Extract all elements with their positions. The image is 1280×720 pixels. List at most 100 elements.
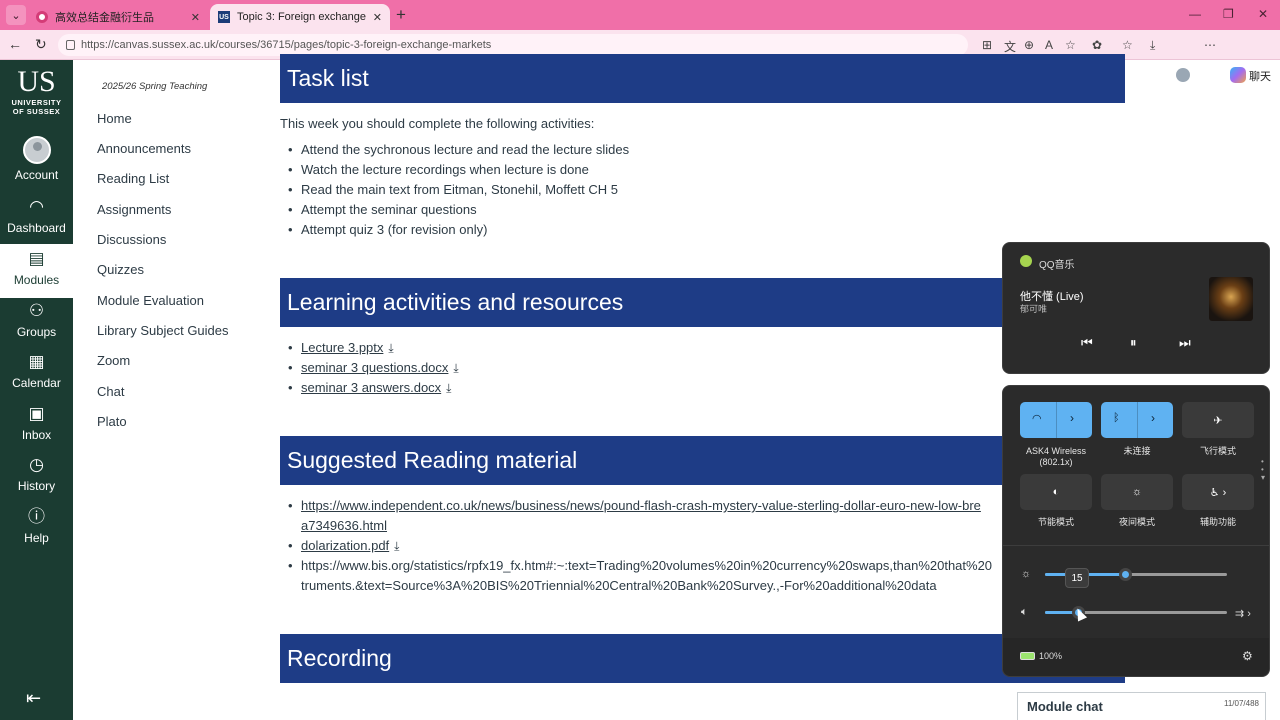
seminar-3-questions-link[interactable]: seminar 3 questions.docx <box>301 360 448 375</box>
sussex-favicon-icon: US <box>218 11 230 23</box>
audio-output-select-icon[interactable]: ⇉ › <box>1235 607 1251 620</box>
next-track-icon[interactable]: ⏭ <box>1179 335 1191 351</box>
more-menu-icon[interactable]: ⋯ <box>1204 38 1216 52</box>
url-input[interactable]: https://canvas.sussex.ac.uk/courses/3671… <box>58 34 968 56</box>
course-nav-home[interactable]: Home <box>97 111 132 126</box>
global-nav-dashboard[interactable]: ◠ Dashboard <box>0 196 73 246</box>
favorite-star-icon[interactable]: ☆ <box>1065 38 1076 52</box>
resource-file-list: Lecture 3.pptx ⤓ seminar 3 questions.docx… <box>288 338 459 398</box>
download-arrow-icon[interactable]: ⤓ <box>453 358 458 378</box>
wifi-icon: ◠ <box>1032 413 1042 425</box>
independent-article-link-cont[interactable]: a7349636.html <box>301 516 1021 536</box>
independent-article-link[interactable]: https://www.independent.co.uk/news/busin… <box>301 496 1021 516</box>
window-close-icon[interactable]: ✕ <box>1258 7 1268 21</box>
download-arrow-icon[interactable]: ⤓ <box>394 536 399 556</box>
download-arrow-icon[interactable]: ⤓ <box>388 338 393 358</box>
brightness-icon: ☼ <box>1021 568 1032 580</box>
pause-icon[interactable]: ⏸ <box>1130 335 1137 351</box>
media-app-name: QQ音乐 <box>1039 260 1075 271</box>
zoom-icon[interactable]: ⊕ <box>1024 38 1034 52</box>
tab-close-icon[interactable]: ✕ <box>191 11 200 24</box>
extensions-icon[interactable]: ✿ <box>1092 38 1102 52</box>
url-text: https://canvas.sussex.ac.uk/courses/3671… <box>81 39 492 51</box>
collapse-nav-icon[interactable]: ⇤ <box>26 688 41 709</box>
global-nav-label: Account <box>14 168 59 182</box>
lecture-3-pptx-link[interactable]: Lecture 3.pptx <box>301 340 383 355</box>
global-nav-label: History <box>17 479 56 493</box>
browser-tab-2[interactable]: US Topic 3: Foreign exchange markets ✕ <box>210 4 390 30</box>
task-list-intro: This week you should complete the follow… <box>280 116 595 131</box>
seminar-3-answers-link[interactable]: seminar 3 answers.docx <box>301 380 441 395</box>
dashboard-gauge-icon: ◠ <box>29 197 44 216</box>
airplane-mode-toggle[interactable]: ✈ <box>1182 402 1254 438</box>
minimize-icon[interactable]: — <box>1189 7 1201 21</box>
download-icon[interactable]: ⤓ <box>1150 38 1155 53</box>
global-nav-calendar[interactable]: ▦ Calendar <box>0 351 73 401</box>
recording-heading: Recording <box>280 634 1125 683</box>
new-tab-plus-icon[interactable]: + <box>396 5 406 25</box>
copilot-icon[interactable] <box>1230 67 1246 83</box>
course-nav-plato[interactable]: Plato <box>97 414 127 429</box>
brightness-slider-thumb[interactable] <box>1119 568 1133 581</box>
course-nav-announcements[interactable]: Announcements <box>97 141 191 156</box>
tab-actions-menu-button[interactable]: ⌄ <box>6 5 26 25</box>
bis-statistics-url[interactable]: https://www.bis.org/statistics/rpfx19_fx… <box>301 556 1021 576</box>
course-nav-quizzes[interactable]: Quizzes <box>97 262 144 277</box>
global-nav-help[interactable]: ⓘ Help <box>0 506 73 556</box>
download-arrow-icon[interactable]: ⤓ <box>446 378 451 398</box>
global-nav-groups[interactable]: ⚇ Groups <box>0 300 73 350</box>
calendar-icon: ▦ <box>28 352 45 371</box>
browser-tab-1[interactable]: 高效总结金融衍生品 ✕ <box>28 4 208 30</box>
wifi-toggle[interactable]: ◠ › <box>1020 402 1092 438</box>
app-grid-icon[interactable]: ⊞ <box>982 38 992 52</box>
course-nav-module-evaluation[interactable]: Module Evaluation <box>97 293 204 308</box>
translate-icon[interactable]: 文 <box>1004 38 1016 55</box>
chevron-right-icon[interactable]: › <box>1070 411 1074 425</box>
bis-statistics-url-cont[interactable]: truments.&text=Source%3A%20BIS%20Trienni… <box>301 576 1021 596</box>
tab-title: 高效总结金融衍生品 <box>55 12 154 24</box>
dolarization-pdf-link[interactable]: dolarization.pdf <box>301 538 389 553</box>
refresh-icon[interactable]: ↻ <box>35 36 47 53</box>
accessibility-toggle[interactable]: ♿ › <box>1182 474 1254 510</box>
tile-page-indicator[interactable]: • • ▾ <box>1261 458 1265 482</box>
list-item: Lecture 3.pptx ⤓ <box>288 338 459 358</box>
profile-avatar-icon[interactable] <box>1176 68 1190 82</box>
energy-saver-toggle[interactable]: ◐ <box>1020 474 1092 510</box>
chat-label[interactable]: 聊天 <box>1249 68 1271 84</box>
module-chat-widget[interactable]: Module chat 11/07/488 <box>1017 692 1266 720</box>
battery-percentage: 100% <box>1039 651 1063 661</box>
quick-settings-flyout: ◠ › ᛒ › ✈ ASK4 Wireless (802.1x) 未连接 飞行模… <box>1002 385 1270 677</box>
settings-gear-icon[interactable]: ⚙ <box>1242 649 1253 663</box>
favorites-icon[interactable]: ☆ <box>1122 38 1133 52</box>
course-nav-zoom[interactable]: Zoom <box>97 353 130 368</box>
bluetooth-label: 未连接 <box>1123 446 1151 456</box>
course-nav-chat[interactable]: Chat <box>97 384 124 399</box>
list-item: Read the main text from Eitman, Stonehil… <box>288 180 629 200</box>
previous-track-icon[interactable]: ⏮ <box>1081 335 1093 351</box>
night-light-toggle[interactable]: ☼ <box>1101 474 1173 510</box>
course-nav-assignments[interactable]: Assignments <box>97 202 171 217</box>
global-nav-history[interactable]: ◷ History <box>0 454 73 504</box>
restore-icon[interactable]: ❐ <box>1223 7 1234 21</box>
speaker-icon[interactable]: 🔈︎ <box>1021 606 1028 619</box>
bluetooth-toggle[interactable]: ᛒ › <box>1101 402 1173 438</box>
browser-tab-bar: ⌄ 高效总结金融衍生品 ✕ US Topic 3: Foreign exchan… <box>0 0 1280 30</box>
global-nav-inbox[interactable]: ▣ Inbox <box>0 403 73 453</box>
university-logo[interactable]: US UNIVERSITY OF SUSSEX <box>0 66 73 117</box>
course-nav-discussions[interactable]: Discussions <box>97 232 166 247</box>
task-list-heading: Task list <box>280 54 1125 103</box>
page-content: Task list This week you should complete … <box>280 54 1125 720</box>
course-nav-reading-list[interactable]: Reading List <box>97 171 169 186</box>
course-nav-library-subject-guides[interactable]: Library Subject Guides <box>97 323 229 338</box>
back-arrow-icon[interactable]: ← <box>8 36 22 52</box>
global-nav-account[interactable]: Account <box>0 136 73 186</box>
activities-heading: Learning activities and resources <box>280 278 1125 327</box>
global-nav-modules[interactable]: ▤ Modules <box>0 244 73 298</box>
module-chat-title: Module chat <box>1027 699 1103 714</box>
list-item: https://www.bis.org/statistics/rpfx19_fx… <box>288 556 1021 596</box>
read-aloud-icon[interactable]: A <box>1045 38 1053 52</box>
chevron-right-icon[interactable]: › <box>1151 411 1155 425</box>
tab-close-icon[interactable]: ✕ <box>373 11 382 24</box>
media-control-flyout: QQ音乐 他不懂 (Live) 郁可唯 ⏮ ⏸ ⏭ <box>1002 242 1270 374</box>
account-avatar-icon <box>22 136 51 164</box>
